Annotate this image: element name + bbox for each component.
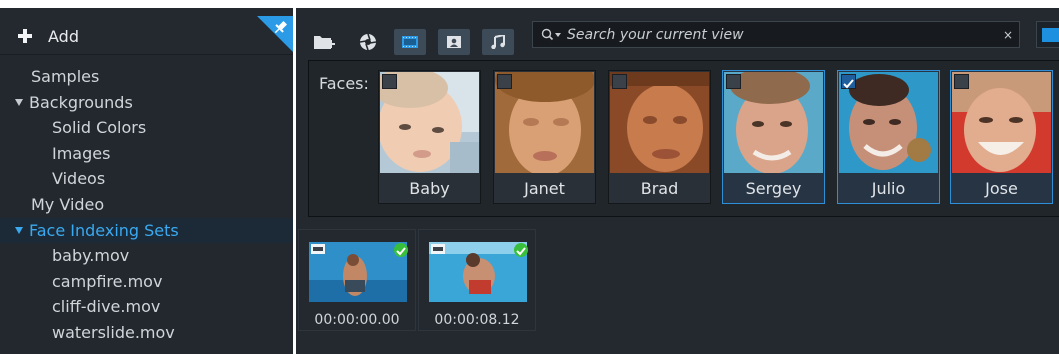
face-name: Baby: [409, 179, 450, 198]
tree-item-my-video[interactable]: My Video: [0, 192, 293, 218]
face-name: Sergey: [745, 179, 802, 198]
face-card-jose[interactable]: Jose: [950, 70, 1053, 204]
tree-item-label: Face Indexing Sets: [29, 220, 179, 240]
tree-item-solid-colors[interactable]: Solid Colors: [0, 115, 293, 141]
tree-item-label: Images: [52, 143, 111, 163]
library-tree: Samples Backgrounds Solid Colors Images …: [0, 64, 293, 346]
tree-item-videos[interactable]: Videos: [0, 166, 293, 192]
media-clip-thumbnail[interactable]: 00:00:08.12: [418, 229, 536, 331]
media-clip-thumbnail[interactable]: 00:00:00.00: [298, 229, 416, 331]
indexed-check-icon: [514, 243, 528, 257]
tree-item-label: Samples: [31, 67, 100, 86]
face-checkbox[interactable]: [612, 74, 627, 89]
photo-filter-icon: [447, 36, 461, 48]
pin-icon[interactable]: [257, 16, 293, 52]
camera-aperture-icon: [359, 33, 377, 51]
thumbnail-view-icon: [1042, 28, 1059, 42]
face-checkbox[interactable]: [726, 74, 741, 89]
tree-item-label: Videos: [52, 169, 106, 189]
face-checkbox[interactable]: [954, 74, 969, 89]
tree-item-campfire-mov[interactable]: campfire.mov: [0, 269, 293, 295]
face-name: Jose: [985, 179, 1018, 198]
face-checkbox[interactable]: [497, 74, 512, 89]
search-input[interactable]: [563, 26, 997, 43]
face-card-brad[interactable]: Brad: [608, 70, 711, 204]
import-folder-button[interactable]: [308, 29, 340, 55]
plus-icon: [16, 27, 34, 45]
face-name: Brad: [640, 179, 679, 198]
filter-video-button[interactable]: [394, 29, 426, 55]
clip-timecode: 00:00:00.00: [314, 312, 400, 328]
tree-item-images[interactable]: Images: [0, 141, 293, 167]
face-checkbox-checked[interactable]: [841, 74, 856, 89]
media-library-window: Add Samples Backgrounds Solid Colors Ima…: [0, 0, 1059, 354]
add-label: Add: [48, 26, 79, 46]
expand-caret-icon[interactable]: [15, 226, 23, 234]
tree-item-label: Backgrounds: [29, 92, 133, 112]
face-name: Julio: [871, 179, 906, 198]
tree-item-backgrounds[interactable]: Backgrounds: [0, 90, 293, 116]
music-filter-icon: [491, 35, 505, 49]
add-button[interactable]: Add: [16, 24, 79, 48]
face-card-julio[interactable]: Julio: [837, 70, 940, 204]
filter-photo-button[interactable]: [438, 29, 470, 55]
face-card-sergey[interactable]: Sergey: [722, 70, 825, 204]
indexed-check-icon: [394, 243, 408, 257]
tree-item-samples[interactable]: Samples: [0, 64, 293, 90]
checkmark-icon: [843, 79, 854, 89]
face-card-janet[interactable]: Janet: [493, 70, 596, 204]
video-clip-icon: [311, 244, 325, 254]
tree-item-label: My Video: [31, 194, 105, 214]
tree-item-label: Solid Colors: [52, 118, 147, 138]
tree-item-label: waterslide.mov: [52, 322, 175, 342]
capture-button[interactable]: [352, 29, 384, 55]
search-icon[interactable]: [541, 28, 563, 42]
expand-caret-icon[interactable]: [15, 98, 23, 106]
view-mode-button[interactable]: [1036, 21, 1059, 48]
tree-item-label: cliff-dive.mov: [52, 297, 161, 317]
face-checkbox[interactable]: [382, 74, 397, 89]
tree-item-cliff-dive-mov[interactable]: cliff-dive.mov: [0, 294, 293, 320]
face-card-baby[interactable]: Baby: [378, 70, 481, 204]
clear-search-button[interactable]: ×: [997, 28, 1019, 42]
clip-timecode: 00:00:08.12: [434, 312, 520, 328]
tree-item-label: campfire.mov: [52, 271, 163, 291]
tree-item-waterslide-mov[interactable]: waterslide.mov: [0, 320, 293, 346]
video-filter-icon: [402, 36, 418, 48]
sidebar-header: Add: [0, 8, 293, 55]
tree-item-baby-mov[interactable]: baby.mov: [0, 243, 293, 269]
video-clip-icon: [431, 244, 445, 254]
search-box: ×: [532, 21, 1020, 48]
filter-audio-button[interactable]: [482, 29, 514, 55]
folder-add-icon: [314, 36, 335, 49]
faces-label: Faces:: [319, 74, 369, 93]
tree-item-face-indexing-sets[interactable]: Face Indexing Sets: [0, 217, 293, 244]
tree-item-label: baby.mov: [52, 246, 130, 266]
face-name: Janet: [524, 179, 565, 198]
